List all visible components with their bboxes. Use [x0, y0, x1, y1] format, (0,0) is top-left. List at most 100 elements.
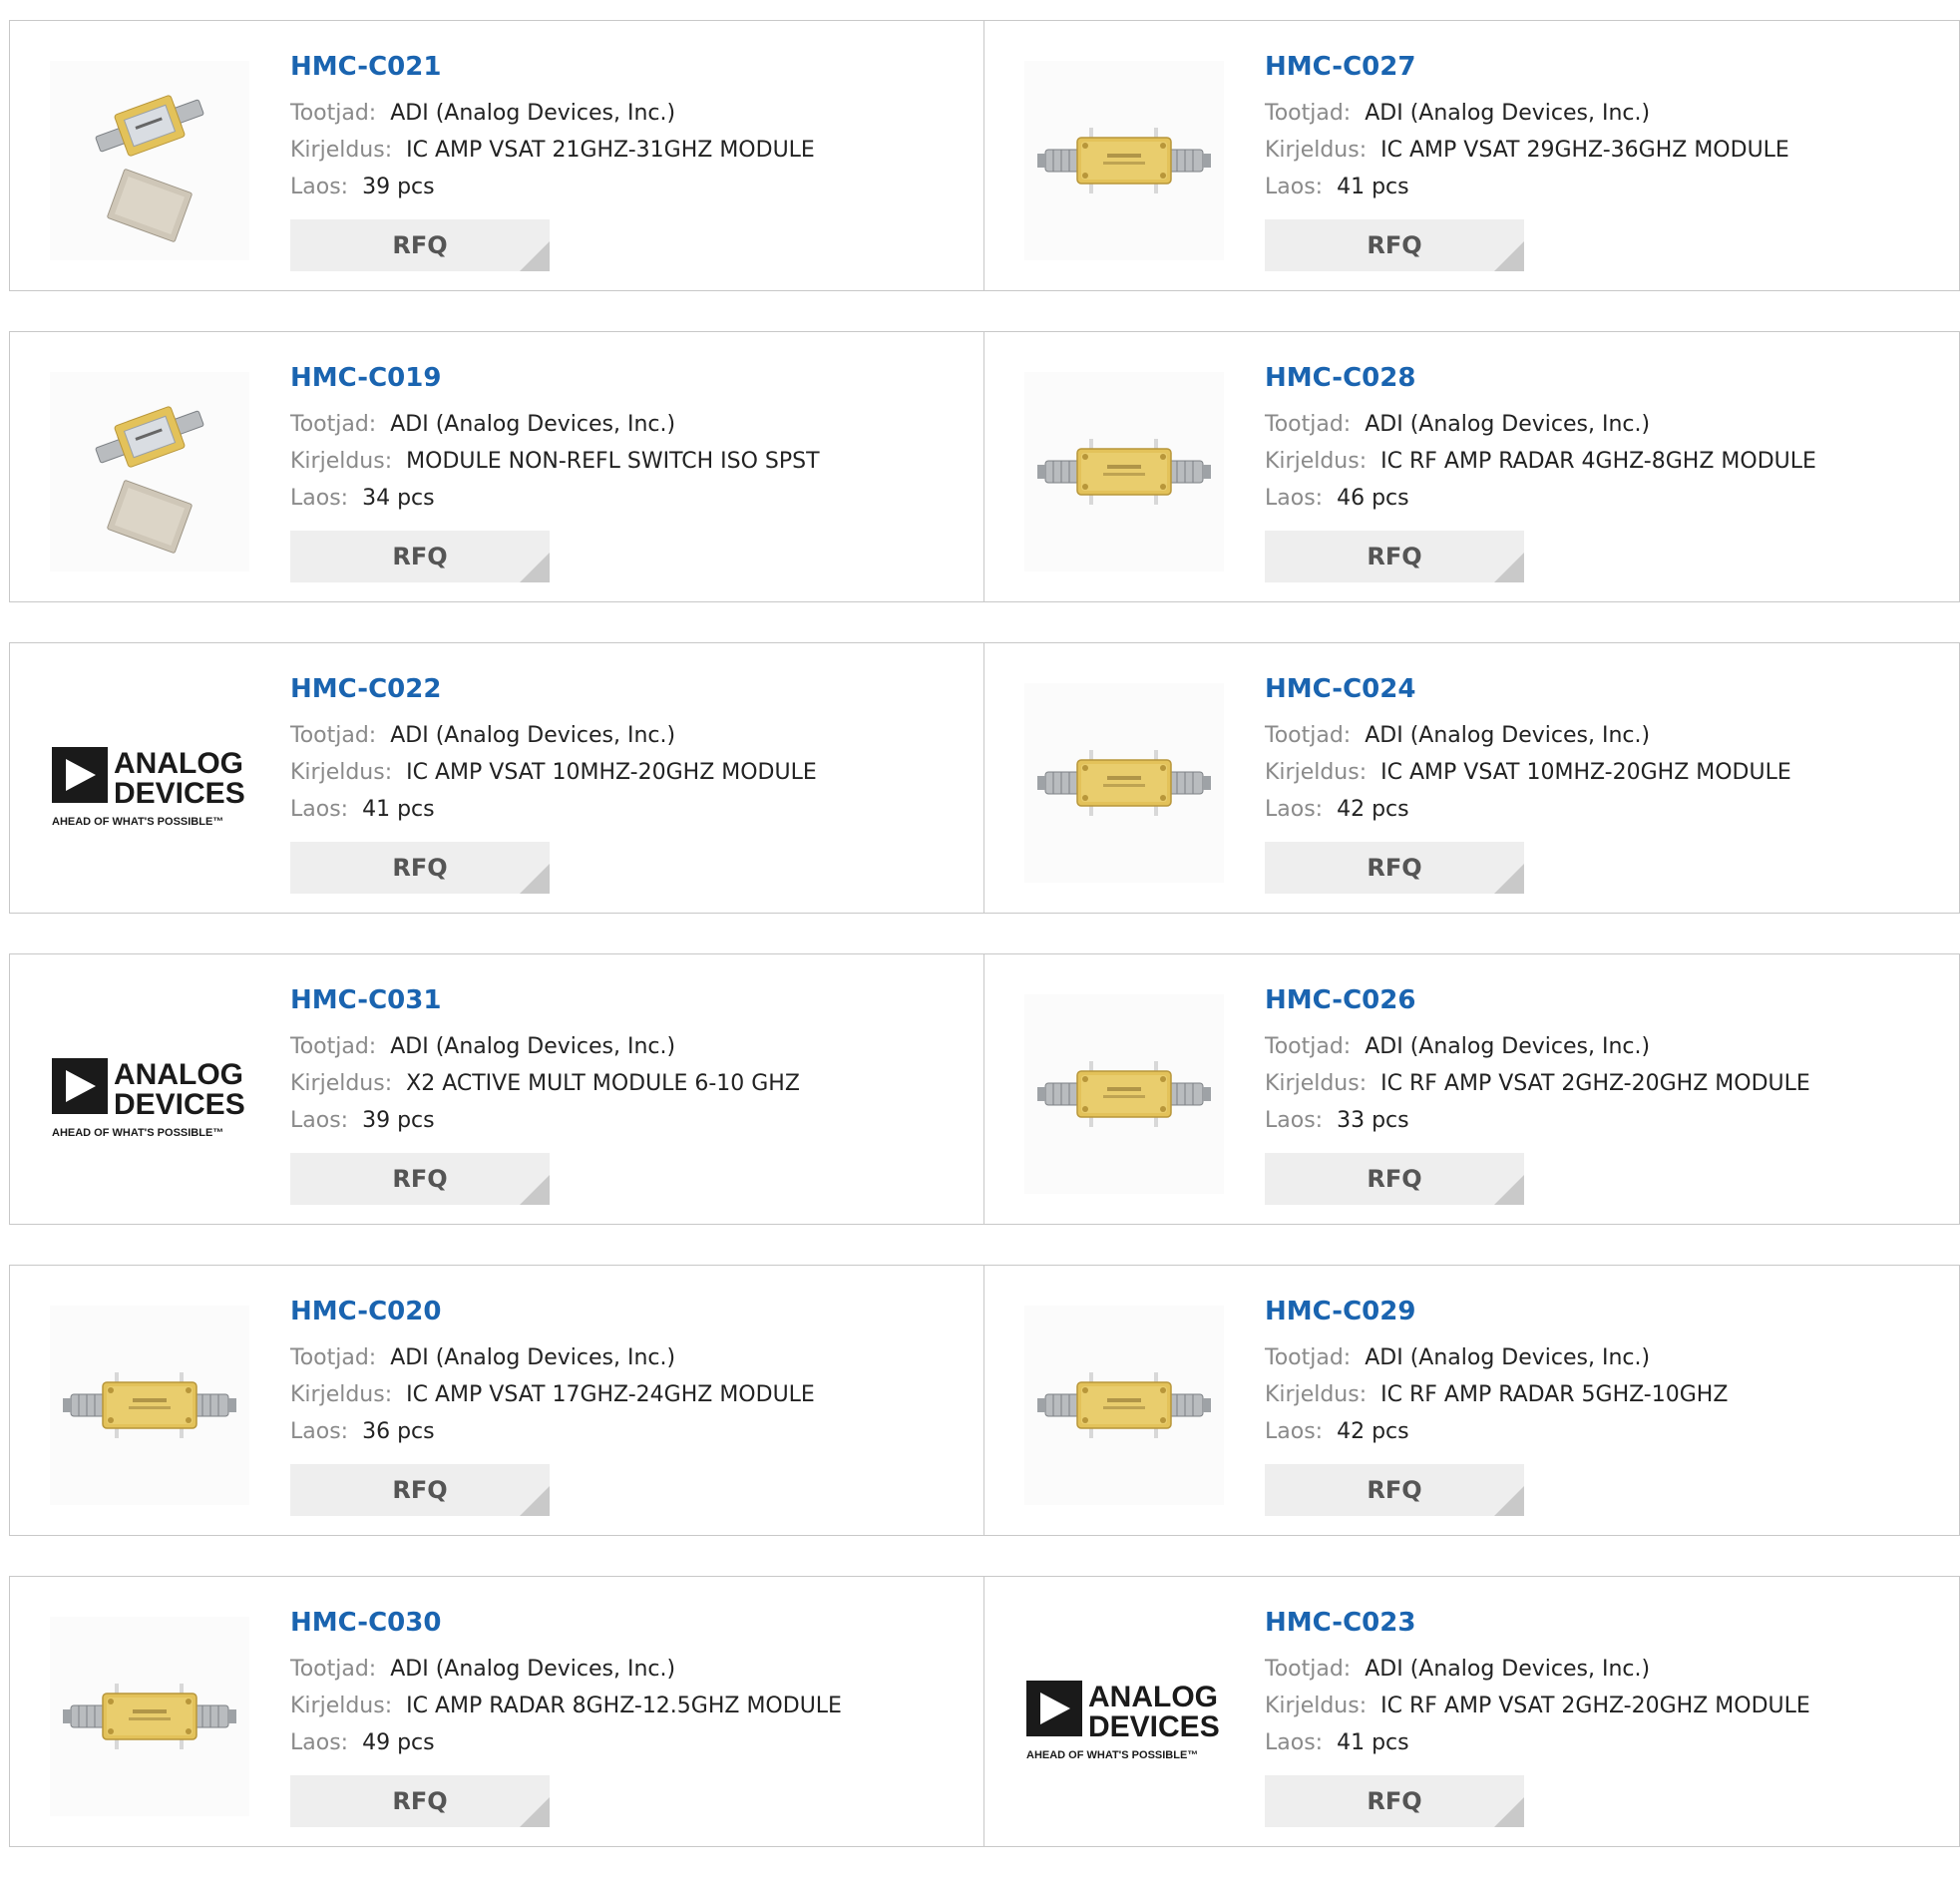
- description-value: IC RF AMP RADAR 5GHZ-10GHZ: [1380, 1382, 1729, 1407]
- part-number-link[interactable]: HMC-C031: [290, 982, 974, 1018]
- product-image[interactable]: [1024, 994, 1224, 1194]
- product-info: HMC-C027 Tootjad: ADI (Analog Devices, In…: [1265, 49, 1949, 271]
- stock-value: 39 pcs: [362, 1108, 435, 1133]
- rfq-button[interactable]: RFQ: [1265, 1775, 1524, 1827]
- manufacturer-label: Tootjad:: [1265, 1657, 1352, 1682]
- product-info: HMC-C026 Tootjad: ADI (Analog Devices, In…: [1265, 982, 1949, 1205]
- stock-value: 41 pcs: [362, 797, 435, 822]
- svg-text:AHEAD OF WHAT'S POSSIBLE™: AHEAD OF WHAT'S POSSIBLE™: [1026, 1749, 1198, 1761]
- stock-label: Laos:: [1265, 797, 1324, 822]
- stock-value: 46 pcs: [1337, 486, 1409, 511]
- description-label: Kirjeldus:: [1265, 1071, 1368, 1096]
- product-card: HMC-C027 Tootjad: ADI (Analog Devices, In…: [984, 20, 1960, 291]
- description-line: Kirjeldus: IC RF AMP RADAR 4GHZ-8GHZ MODU…: [1265, 443, 1949, 480]
- stock-value: 34 pcs: [362, 486, 435, 511]
- rfq-button[interactable]: RFQ: [290, 219, 550, 271]
- rfq-button[interactable]: RFQ: [1265, 1153, 1524, 1205]
- corner-triangle-icon: [520, 1797, 550, 1827]
- part-number-link[interactable]: HMC-C019: [290, 360, 974, 396]
- manufacturer-line: Tootjad: ADI (Analog Devices, Inc.): [1265, 95, 1949, 132]
- rfq-button[interactable]: RFQ: [290, 1153, 550, 1205]
- product-card: HMC-C026 Tootjad: ADI (Analog Devices, In…: [984, 953, 1960, 1225]
- product-card: HMC-C030 Tootjad: ADI (Analog Devices, In…: [9, 1576, 984, 1847]
- corner-triangle-icon: [520, 1486, 550, 1516]
- description-line: Kirjeldus: X2 ACTIVE MULT MODULE 6-10 GHZ: [290, 1065, 974, 1102]
- description-value: IC AMP VSAT 21GHZ-31GHZ MODULE: [406, 138, 815, 163]
- product-image[interactable]: [1024, 61, 1224, 260]
- manufacturer-label: Tootjad:: [1265, 723, 1352, 748]
- stock-line: Laos: 42 pcs: [1265, 791, 1949, 828]
- stock-value: 36 pcs: [362, 1419, 435, 1444]
- description-line: Kirjeldus: IC AMP VSAT 29GHZ-36GHZ MODULE: [1265, 132, 1949, 169]
- part-number-link[interactable]: HMC-C020: [290, 1294, 974, 1329]
- description-value: IC AMP VSAT 10MHZ-20GHZ MODULE: [1380, 760, 1791, 785]
- product-grid: HMC-C021 Tootjad: ADI (Analog Devices, In…: [9, 20, 1960, 1887]
- description-line: Kirjeldus: MODULE NON-REFL SWITCH ISO SPS…: [290, 443, 974, 480]
- stock-label: Laos:: [1265, 486, 1324, 511]
- corner-triangle-icon: [520, 241, 550, 271]
- rfq-button[interactable]: RFQ: [290, 531, 550, 582]
- rfq-button[interactable]: RFQ: [290, 1775, 550, 1827]
- rfq-label: RFQ: [392, 854, 448, 882]
- product-info: HMC-C019 Tootjad: ADI (Analog Devices, In…: [290, 360, 974, 582]
- rfq-label: RFQ: [1367, 231, 1422, 259]
- rfq-label: RFQ: [392, 231, 448, 259]
- rfq-button[interactable]: RFQ: [1265, 531, 1524, 582]
- part-number-link[interactable]: HMC-C023: [1265, 1605, 1949, 1641]
- corner-triangle-icon: [1494, 1175, 1524, 1205]
- product-card: HMC-C028 Tootjad: ADI (Analog Devices, In…: [984, 331, 1960, 602]
- rfq-button[interactable]: RFQ: [290, 1464, 550, 1516]
- product-image[interactable]: [50, 1617, 249, 1816]
- description-value: IC AMP RADAR 8GHZ-12.5GHZ MODULE: [406, 1694, 842, 1718]
- corner-triangle-icon: [1494, 1797, 1524, 1827]
- description-line: Kirjeldus: IC AMP RADAR 8GHZ-12.5GHZ MODU…: [290, 1688, 974, 1724]
- description-label: Kirjeldus:: [290, 138, 393, 163]
- description-line: Kirjeldus: IC AMP VSAT 10MHZ-20GHZ MODULE: [1265, 754, 1949, 791]
- product-image[interactable]: [50, 372, 249, 571]
- product-image[interactable]: [50, 61, 249, 260]
- rfq-button[interactable]: RFQ: [290, 842, 550, 894]
- part-number-link[interactable]: HMC-C030: [290, 1605, 974, 1641]
- rfq-button[interactable]: RFQ: [1265, 842, 1524, 894]
- stock-value: 42 pcs: [1337, 1419, 1409, 1444]
- part-number-link[interactable]: HMC-C026: [1265, 982, 1949, 1018]
- part-number-link[interactable]: HMC-C021: [290, 49, 974, 85]
- stock-value: 42 pcs: [1337, 797, 1409, 822]
- rfq-button[interactable]: RFQ: [1265, 1464, 1524, 1516]
- part-number-link[interactable]: HMC-C028: [1265, 360, 1949, 396]
- stock-label: Laos:: [290, 486, 349, 511]
- product-image[interactable]: [50, 1306, 249, 1505]
- stock-line: Laos: 41 pcs: [1265, 1724, 1949, 1761]
- product-image[interactable]: [1024, 1306, 1224, 1505]
- product-image[interactable]: [1024, 683, 1224, 883]
- stock-line: Laos: 39 pcs: [290, 169, 974, 205]
- corner-triangle-icon: [1494, 553, 1524, 582]
- rfq-button[interactable]: RFQ: [1265, 219, 1524, 271]
- svg-text:AHEAD OF WHAT'S POSSIBLE™: AHEAD OF WHAT'S POSSIBLE™: [52, 1127, 223, 1139]
- part-number-link[interactable]: HMC-C027: [1265, 49, 1949, 85]
- product-image[interactable]: ANALOG DEVICES AHEAD OF WHAT'S POSSIBLE™: [50, 994, 249, 1194]
- product-image[interactable]: [1024, 372, 1224, 571]
- part-number-link[interactable]: HMC-C022: [290, 671, 974, 707]
- product-card: HMC-C021 Tootjad: ADI (Analog Devices, In…: [9, 20, 984, 291]
- stock-label: Laos:: [1265, 175, 1324, 199]
- product-info: HMC-C031 Tootjad: ADI (Analog Devices, In…: [290, 982, 974, 1205]
- description-line: Kirjeldus: IC AMP VSAT 10MHZ-20GHZ MODULE: [290, 754, 974, 791]
- manufacturer-label: Tootjad:: [1265, 1345, 1352, 1370]
- stock-label: Laos:: [290, 1419, 349, 1444]
- part-number-link[interactable]: HMC-C024: [1265, 671, 1949, 707]
- stock-line: Laos: 49 pcs: [290, 1724, 974, 1761]
- manufacturer-label: Tootjad:: [1265, 1034, 1352, 1059]
- product-image[interactable]: ANALOG DEVICES AHEAD OF WHAT'S POSSIBLE™: [50, 683, 249, 883]
- product-image[interactable]: ANALOG DEVICES AHEAD OF WHAT'S POSSIBLE™: [1024, 1617, 1224, 1816]
- manufacturer-line: Tootjad: ADI (Analog Devices, Inc.): [290, 1028, 974, 1065]
- stock-value: 49 pcs: [362, 1730, 435, 1755]
- manufacturer-value: ADI (Analog Devices, Inc.): [1365, 1345, 1651, 1370]
- part-number-link[interactable]: HMC-C029: [1265, 1294, 1949, 1329]
- product-row: HMC-C021 Tootjad: ADI (Analog Devices, In…: [9, 20, 1960, 291]
- svg-text:ANALOG: ANALOG: [114, 1058, 243, 1091]
- product-info: HMC-C023 Tootjad: ADI (Analog Devices, In…: [1265, 1605, 1949, 1827]
- description-line: Kirjeldus: IC AMP VSAT 17GHZ-24GHZ MODULE: [290, 1376, 974, 1413]
- manufacturer-value: ADI (Analog Devices, Inc.): [1365, 1657, 1651, 1682]
- corner-triangle-icon: [1494, 1486, 1524, 1516]
